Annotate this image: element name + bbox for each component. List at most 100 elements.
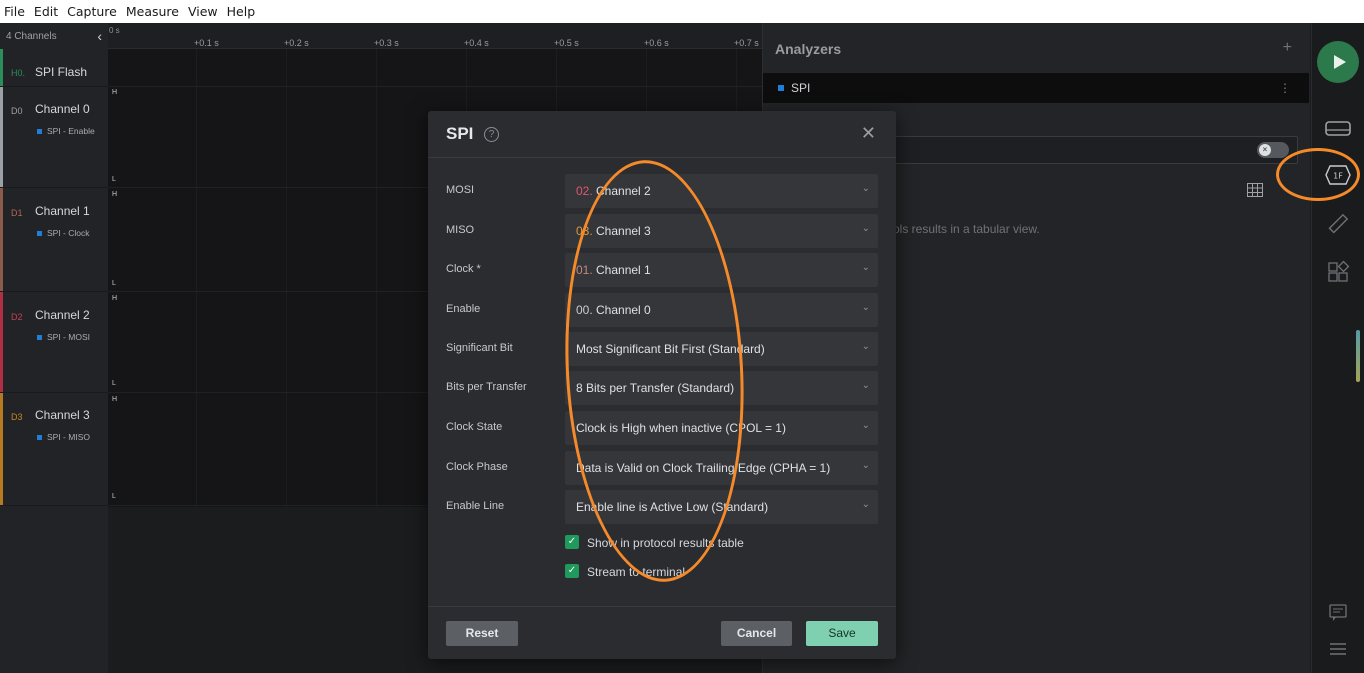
- channel-row-1[interactable]: D1 Channel 1 SPI - Clock: [0, 188, 108, 292]
- channel-number: 00.: [576, 303, 593, 317]
- menu-capture[interactable]: Capture: [67, 4, 117, 19]
- low-marker: L: [112, 176, 116, 183]
- channel-row-spi-flash[interactable]: H0. SPI Flash: [0, 49, 108, 87]
- chevron-down-icon: ⌄: [861, 223, 870, 234]
- help-icon[interactable]: ?: [484, 127, 499, 142]
- clock-select[interactable]: 01. Channel 1 ⌄: [565, 253, 878, 287]
- field-clock: Clock * 01. Channel 1 ⌄: [428, 253, 896, 287]
- channel-color-bar: [0, 393, 3, 505]
- protocol-1f-icon[interactable]: 1F: [1324, 163, 1352, 187]
- select-value: Data is Valid on Clock Trailing Edge (CP…: [576, 461, 831, 475]
- analyzers-title: Analyzers: [775, 41, 842, 57]
- field-clock-state: Clock State Clock is High when inactive …: [428, 411, 896, 445]
- enable-select[interactable]: 00. Channel 0 ⌄: [565, 293, 878, 327]
- dialog-title: SPI: [446, 124, 474, 143]
- svg-text:1F: 1F: [1333, 172, 1343, 181]
- channel-name: Channel 1: [35, 204, 90, 218]
- dialog-header: SPI ? ✕: [428, 111, 896, 158]
- save-button[interactable]: Save: [806, 621, 878, 646]
- level-scrollbar[interactable]: [1356, 330, 1360, 382]
- select-value: Most Significant Bit First (Standard): [576, 342, 765, 356]
- channel-code: H0.: [11, 68, 26, 78]
- spi-color-swatch: [37, 230, 42, 236]
- reset-button[interactable]: Reset: [446, 621, 518, 646]
- bits-per-transfer-select[interactable]: 8 Bits per Transfer (Standard) ⌄: [565, 371, 878, 405]
- field-label: Significant Bit: [446, 342, 513, 354]
- time-ruler[interactable]: 0 s +0.1 s +0.2 s +0.3 s +0.4 s +0.5 s +…: [108, 23, 762, 49]
- data-search-input[interactable]: ×: [893, 136, 1298, 164]
- ruler-icon[interactable]: [1324, 212, 1352, 236]
- select-value: Channel 1: [596, 263, 651, 277]
- stream-toggle[interactable]: ×: [1257, 142, 1289, 158]
- channel-name: Channel 2: [35, 308, 90, 322]
- extensions-icon[interactable]: [1324, 260, 1352, 284]
- channel-panel: 4 Channels ‹ H0. SPI Flash D0 Channel 0 …: [0, 23, 108, 673]
- channel-code: D3: [11, 412, 23, 422]
- menu-help[interactable]: Help: [227, 4, 256, 19]
- analyzer-item-spi[interactable]: SPI ⋮: [763, 73, 1309, 103]
- channel-number: 01.: [576, 263, 593, 277]
- menu-icon[interactable]: [1324, 637, 1352, 661]
- significant-bit-select[interactable]: Most Significant Bit First (Standard) ⌄: [565, 332, 878, 366]
- clock-phase-select[interactable]: Data is Valid on Clock Trailing Edge (CP…: [565, 451, 878, 485]
- collapse-chevron-icon[interactable]: ‹: [97, 28, 102, 44]
- miso-select[interactable]: 03. Channel 3 ⌄: [565, 214, 878, 248]
- cancel-button[interactable]: Cancel: [721, 621, 792, 646]
- chevron-down-icon: ⌄: [861, 302, 870, 313]
- channel-row-0[interactable]: D0 Channel 0 SPI - Enable: [0, 87, 108, 188]
- show-in-table-checkbox[interactable]: ✓: [565, 535, 579, 549]
- stream-to-terminal-checkbox[interactable]: ✓: [565, 564, 579, 578]
- spi-color-swatch: [37, 128, 42, 134]
- play-icon[interactable]: [1317, 41, 1359, 83]
- menu-view[interactable]: View: [188, 4, 218, 19]
- spi-settings-dialog: SPI ? ✕ MOSI 02. Channel 2 ⌄ MISO 03. Ch…: [428, 111, 896, 659]
- chat-icon[interactable]: [1324, 601, 1352, 625]
- stream-to-terminal-label: Stream to terminal: [587, 565, 686, 579]
- channel-color-bar: [0, 87, 3, 187]
- channel-color-bar: [0, 188, 3, 291]
- channel-code: D1: [11, 208, 23, 218]
- low-marker: L: [112, 380, 116, 387]
- chevron-down-icon: ⌄: [861, 420, 870, 431]
- spi-color-swatch: [778, 85, 784, 91]
- channel-name: SPI Flash: [35, 65, 88, 79]
- select-value: Channel 0: [596, 303, 651, 317]
- channel-color-bar: [0, 292, 3, 392]
- time-tick: +0.2 s: [284, 38, 309, 48]
- select-value: 8 Bits per Transfer (Standard): [576, 381, 735, 395]
- high-marker: H: [112, 89, 118, 96]
- chevron-down-icon: ⌄: [861, 341, 870, 352]
- menu-file[interactable]: File: [4, 4, 25, 19]
- field-label: Enable Line: [446, 500, 505, 512]
- channel-count: 4 Channels: [6, 30, 57, 42]
- hardware-icon[interactable]: [1324, 117, 1352, 141]
- close-icon[interactable]: ✕: [861, 123, 876, 144]
- low-marker: L: [112, 493, 116, 500]
- mosi-select[interactable]: 02. Channel 2 ⌄: [565, 174, 878, 208]
- channel-number: 03.: [576, 224, 593, 238]
- menu-measure[interactable]: Measure: [126, 4, 179, 19]
- channel-panel-header: 4 Channels ‹: [0, 23, 108, 49]
- menu-edit[interactable]: Edit: [34, 4, 58, 19]
- field-label: Clock *: [446, 263, 481, 275]
- show-in-table-label: Show in protocol results table: [587, 536, 744, 550]
- channel-row-3[interactable]: D3 Channel 3 SPI - MISO: [0, 393, 108, 506]
- clock-state-select[interactable]: Clock is High when inactive (CPOL = 1) ⌄: [565, 411, 878, 445]
- channel-name: Channel 0: [35, 102, 90, 116]
- add-analyzer-button[interactable]: +: [1283, 39, 1292, 57]
- channel-name: Channel 3: [35, 408, 90, 422]
- channel-analyzer-tag: SPI - MOSI: [37, 332, 90, 342]
- waveform-lane-spi-flash: [108, 49, 762, 87]
- dialog-footer: Reset Cancel Save: [428, 606, 896, 659]
- chevron-down-icon: ⌄: [861, 380, 870, 391]
- table-view-icon[interactable]: [1247, 183, 1263, 197]
- channel-row-2[interactable]: D2 Channel 2 SPI - MOSI: [0, 292, 108, 393]
- field-label: Enable: [446, 303, 481, 315]
- enable-line-select[interactable]: Enable line is Active Low (Standard) ⌄: [565, 490, 878, 524]
- field-label: Clock Phase: [446, 461, 508, 473]
- more-options-icon[interactable]: ⋮: [1279, 81, 1291, 95]
- chevron-down-icon: ⌄: [861, 183, 870, 194]
- field-miso: MISO 03. Channel 3 ⌄: [428, 214, 896, 248]
- menu-bar: File Edit Capture Measure View Help: [0, 0, 1364, 23]
- high-marker: H: [112, 396, 118, 403]
